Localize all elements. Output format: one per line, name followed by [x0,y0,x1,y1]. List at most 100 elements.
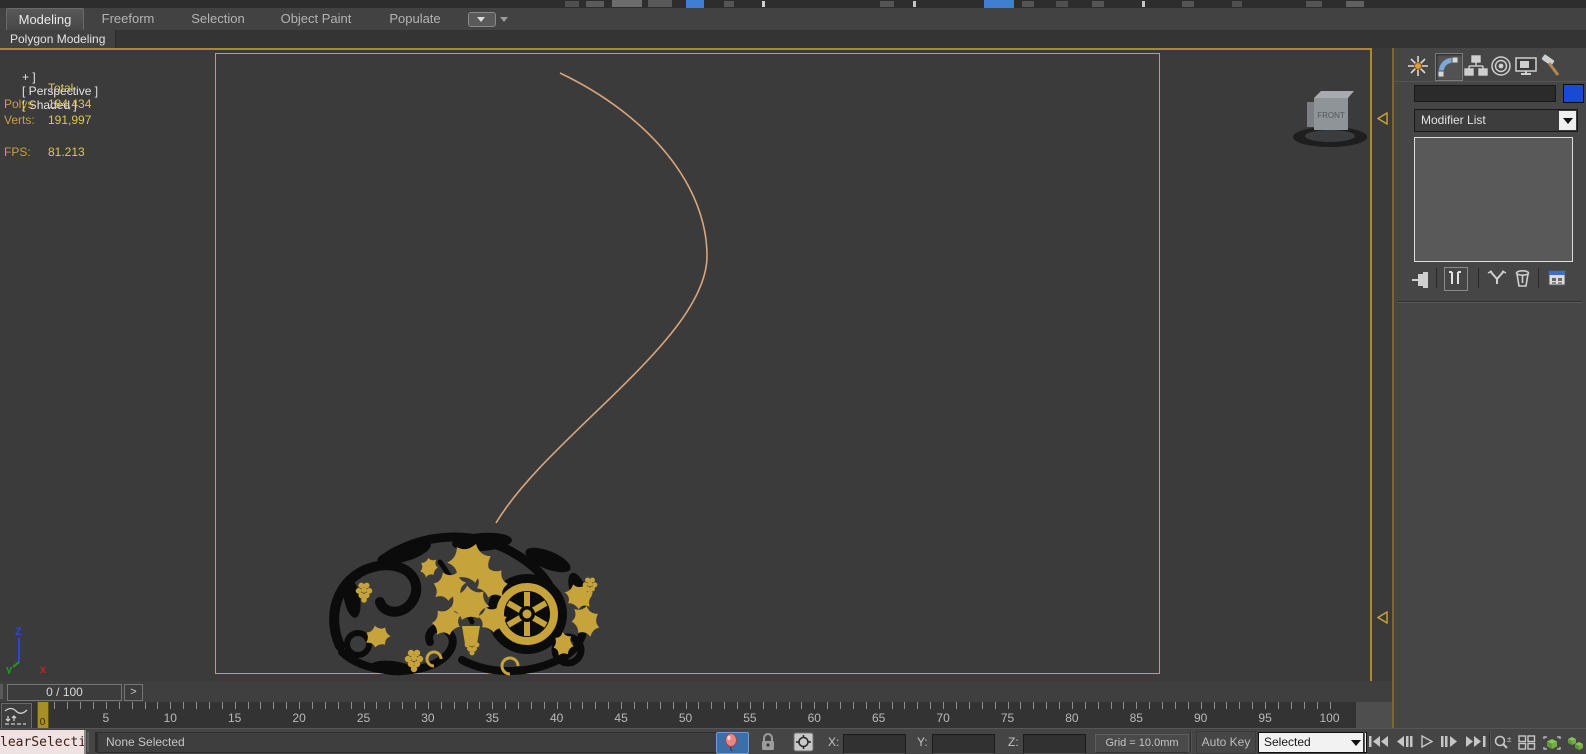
frame-tick [968,702,970,709]
frame-tick [543,702,545,709]
frame-tick [955,702,957,709]
frame-tick [917,702,919,709]
toolbar-fragment [648,0,672,7]
ribbon-tab-freeform[interactable]: Freeform [92,8,164,29]
coord-y-field[interactable] [932,734,995,754]
set-key-filter-dropdown[interactable]: Selected [1258,732,1367,753]
tab-create[interactable] [1405,53,1431,79]
frame-tick [749,702,751,709]
listener-splitter-handle[interactable] [87,732,97,752]
toolbar-fragment-active [984,0,1014,8]
current-frame-marker[interactable]: 0 [36,702,49,728]
command-panel: Modifier List [1394,48,1586,754]
auto-key-button[interactable]: Auto Key [1196,731,1256,754]
frame-tick [685,702,687,709]
play-animation-button[interactable] [1420,735,1434,748]
absolute-offset-mode-toggle[interactable] [790,732,818,752]
frame-tick [311,702,313,709]
toolbar-separator [1538,268,1539,288]
frame-tick [260,702,262,709]
isolate-selection-toggle[interactable] [716,732,749,754]
frame-tick [1239,702,1241,709]
object-name-field[interactable] [1414,85,1556,102]
pin-stack-button[interactable] [1409,267,1431,289]
frame-tick [904,702,906,709]
frame-label: 25 [356,711,371,725]
frame-tick [724,702,726,709]
toolbar-separator [1436,268,1437,288]
go-to-start-button[interactable] [1368,735,1390,748]
coord-z-field[interactable] [1023,734,1086,754]
modifier-stack-list[interactable] [1414,137,1573,262]
tab-utilities[interactable] [1538,53,1564,79]
frame-tick [582,702,584,709]
frame-label: 80 [1065,711,1079,725]
panel-tab-polygon-modeling[interactable]: Polygon Modeling [0,30,117,48]
frame-tick [1174,702,1176,709]
frame-tick [1252,702,1254,709]
frame-tick [930,702,932,709]
zoom-all-button[interactable] [1518,735,1536,750]
selection-prompt: None Selected [97,732,717,753]
zoom-mode-button[interactable]: ± [1493,735,1513,750]
frame-tick [840,702,842,709]
tab-modify[interactable] [1435,53,1463,81]
ribbon-options-caret-icon[interactable] [500,17,508,26]
track-bar[interactable]: 0 05101520253035404550556065707580859095… [0,702,1392,729]
frame-label: 40 [550,711,564,725]
ribbon-tab-object-paint[interactable]: Object Paint [268,8,364,29]
frame-tick [363,702,365,709]
object-color-swatch[interactable] [1563,84,1584,103]
frame-label: 5 [102,711,110,725]
coord-x-field[interactable] [843,734,906,754]
time-slider-handle[interactable]: 0 / 100 [7,684,122,701]
frame-label: 50 [678,711,693,725]
maxscript-mini-listener[interactable]: learSelectio [0,730,86,754]
mini-curve-editor-button[interactable] [1,703,32,729]
toolbar-fragment [1056,1,1068,7]
next-frame-arrow-button[interactable]: > [124,684,143,701]
frame-tick [1020,702,1022,709]
3dsmax-window: Modeling Freeform Selection Object Paint… [0,0,1586,754]
panel-scroll-arrow-icon[interactable] [1377,611,1388,624]
modifier-list-dropdown[interactable]: Modifier List [1414,109,1578,132]
frame-label: 85 [1129,711,1143,725]
frame-tick [170,702,172,709]
svg-text:±: ± [1507,735,1512,744]
tab-hierarchy[interactable] [1463,53,1489,79]
zoom-extents-button[interactable] [1542,735,1562,751]
go-to-end-button[interactable] [1465,735,1487,748]
selection-lock-toggle[interactable] [755,732,781,752]
frame-tick [814,702,816,709]
frame-tick [337,702,339,709]
remove-modifier-button[interactable] [1511,267,1533,289]
time-slider-track[interactable]: 0 / 100 > [0,681,1392,703]
viewport-canvas[interactable]: + ] [ Perspective ] [ Shaded ] Total Pol… [0,48,1372,683]
spline-object[interactable] [0,50,1370,679]
dropdown-arrow-icon[interactable] [1559,111,1576,130]
previous-frame-button[interactable] [1396,735,1414,748]
show-end-result-button[interactable] [1444,267,1468,291]
panel-scroll-arrow-icon[interactable] [1377,112,1388,125]
ribbon-minimize-button[interactable] [468,12,496,27]
frame-tick [221,702,223,709]
modifier-list-label: Modifier List [1421,113,1486,127]
configure-modifier-sets-button[interactable] [1546,267,1568,289]
frame-tick [144,702,146,709]
ornament-model[interactable] [322,526,602,678]
ribbon-tab-modeling[interactable]: Modeling [6,8,84,30]
viewcube[interactable]: FRONT [1288,80,1372,152]
toolbar-fragment [724,1,734,7]
tab-display[interactable] [1513,53,1539,79]
next-frame-button[interactable] [1440,735,1458,748]
make-unique-button[interactable] [1486,267,1508,289]
frame-label: 35 [485,711,499,725]
axis-x-label: x [40,664,47,674]
ribbon-tab-selection[interactable]: Selection [178,8,258,29]
frame-tick [569,702,571,709]
main-toolbar-clipped [0,0,1586,8]
ribbon-tab-populate[interactable]: Populate [374,8,456,29]
tab-motion[interactable] [1488,53,1514,79]
frame-tick [981,702,983,709]
zoom-extents-all-button[interactable] [1566,735,1586,751]
